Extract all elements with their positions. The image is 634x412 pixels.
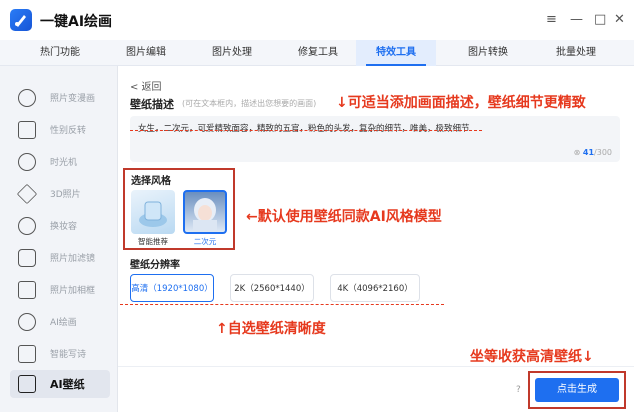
tab-hot[interactable]: 热门功能 (20, 40, 100, 66)
char-counter: ⊗ 41/300 (574, 148, 612, 157)
filter-icon (18, 249, 36, 267)
poem-icon (18, 345, 36, 363)
clock-icon (18, 153, 36, 171)
prompt-text: 女生，二次元，可爱精致面容，精致的五官，粉色的头发，复杂的细节，唯美，极致细节 (138, 124, 470, 134)
prompt-input[interactable]: 女生，二次元，可爱精致面容，精致的五官，粉色的头发，复杂的细节，唯美，极致细节 … (130, 116, 620, 162)
style-selector: 选择风格 智能推荐 二次元 (123, 168, 235, 250)
wallpaper-icon (18, 375, 36, 393)
gender-swap-icon (18, 121, 36, 139)
annotation-underline (130, 130, 482, 131)
resolution-label: 壁纸分辨率 (130, 260, 180, 271)
tab-image-edit[interactable]: 图片编辑 (106, 40, 186, 66)
resolution-4k[interactable]: 4K（4096*2160） (330, 274, 420, 302)
frame-icon (18, 281, 36, 299)
annotation-desc: ↓可适当添加画面描述，壁纸细节更精致 (336, 95, 586, 111)
annotation-style: ←默认使用壁纸同款AI风格模型 (246, 209, 442, 225)
annotation-generate: 坐等收获高清壁纸↓ (470, 349, 594, 365)
sidebar-item-filter[interactable]: 照片加滤镜 (10, 244, 110, 272)
style-caption-smart: 智能推荐 (138, 237, 168, 246)
help-icon[interactable]: ? (516, 385, 521, 395)
sidebar-item-ai-wallpaper[interactable]: AI壁纸 (10, 370, 110, 398)
generate-highlight: 点击生成 (528, 371, 626, 409)
makeup-icon (18, 217, 36, 235)
3d-layers-icon (16, 183, 38, 205)
sidebar-item-ai-paint[interactable]: AI绘画 (10, 308, 110, 336)
resolution-hd[interactable]: 高清（1920*1080） (130, 274, 214, 302)
desc-hint: (可在文本框内，描述出您想要的画面) (182, 99, 317, 108)
ai-paint-icon (18, 313, 36, 331)
sidebar-item-3d[interactable]: 3D照片 (10, 180, 110, 208)
sidebar-item-label: 智能写诗 (50, 350, 87, 360)
annotation-underline (120, 304, 444, 305)
tab-convert[interactable]: 图片转换 (448, 40, 528, 66)
sidebar-item-label: 时光机 (50, 158, 78, 168)
sidebar-item-frame[interactable]: 照片加相框 (10, 276, 110, 304)
sidebar-item-timemachine[interactable]: 时光机 (10, 148, 110, 176)
sidebar-item-label: 性别反转 (50, 126, 87, 136)
maximize-icon[interactable]: □ (594, 12, 606, 27)
style-caption-anime: 二次元 (193, 237, 217, 246)
char-max: /300 (594, 148, 612, 157)
sidebar-item-label: 照片加相框 (50, 286, 96, 296)
menu-icon[interactable]: ≡ (546, 12, 557, 27)
tab-repair[interactable]: 修复工具 (278, 40, 358, 66)
annotation-resolution: ↑自选壁纸清晰度 (216, 321, 326, 337)
style-thumb-smart[interactable] (131, 190, 175, 234)
sidebar-item-label: AI绘画 (50, 318, 77, 328)
style-thumb-anime[interactable] (183, 190, 227, 234)
sidebar-item-label: AI壁纸 (50, 378, 85, 391)
portrait-cartoon-icon (18, 89, 36, 107)
generate-button[interactable]: 点击生成 (535, 378, 619, 402)
sidebar-item-label: 照片加滤镜 (50, 254, 96, 264)
minimize-icon[interactable]: — (570, 12, 583, 27)
top-tab-bar: 热门功能 图片编辑 图片处理 修复工具 特效工具 图片转换 批量处理 (0, 40, 634, 66)
close-icon[interactable]: ✕ (614, 12, 625, 27)
desc-label: 壁纸描述 (130, 98, 174, 111)
sidebar-item-gender[interactable]: 性别反转 (10, 116, 110, 144)
sidebar-item-label: 换妆容 (50, 222, 78, 232)
app-title: 一键AI绘画 (40, 14, 113, 30)
sidebar-item-poem[interactable]: 智能写诗 (10, 340, 110, 368)
app-logo-icon (10, 9, 32, 31)
tab-image-process[interactable]: 图片处理 (192, 40, 272, 66)
char-count: 41 (582, 148, 595, 157)
tab-batch[interactable]: 批量处理 (536, 40, 616, 66)
sidebar-item-label: 照片变漫画 (50, 94, 96, 104)
main-panel: < 返回 壁纸描述 (可在文本框内，描述出您想要的画面) ↓可适当添加画面描述，… (118, 66, 634, 412)
resolution-2k[interactable]: 2K（2560*1440） (230, 274, 314, 302)
tab-effects[interactable]: 特效工具 (356, 40, 436, 66)
sidebar: 照片变漫画 性别反转 时光机 3D照片 换妆容 照片加滤镜 照片加相框 AI绘画… (0, 66, 118, 412)
back-button[interactable]: < 返回 (130, 78, 162, 93)
title-bar: 一键AI绘画 ≡ — □ ✕ (0, 0, 634, 40)
sidebar-item-cartoon[interactable]: 照片变漫画 (10, 84, 110, 112)
sidebar-item-label: 3D照片 (50, 190, 81, 200)
style-label: 选择风格 (131, 176, 171, 187)
sidebar-item-makeup[interactable]: 换妆容 (10, 212, 110, 240)
footer-bar: ? 点击生成 (118, 366, 634, 412)
clear-icon[interactable]: ⊗ (574, 148, 581, 157)
